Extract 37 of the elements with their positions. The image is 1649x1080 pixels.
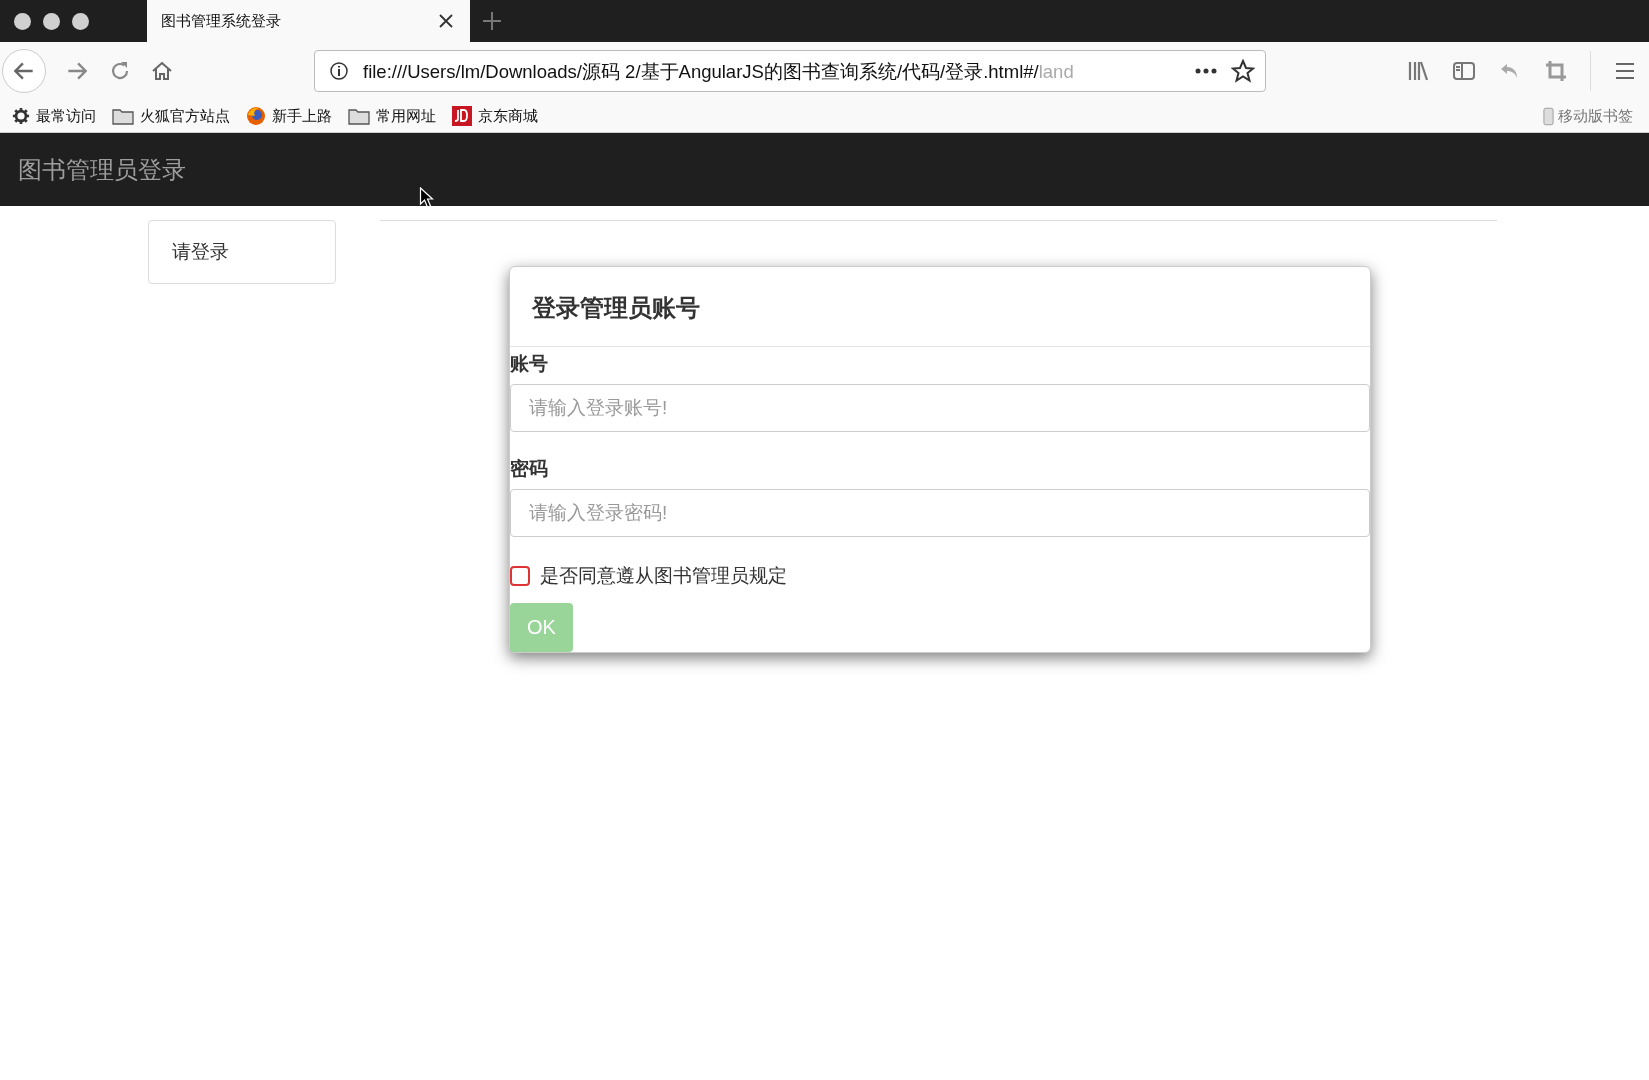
mouse-cursor-icon <box>419 187 434 209</box>
field-label: 账号 <box>510 352 549 376</box>
bookmark-item[interactable]: 京东商城 <box>452 106 538 126</box>
gear-icon <box>12 107 30 125</box>
home-icon[interactable] <box>150 59 174 83</box>
new-tab-icon[interactable] <box>482 11 502 31</box>
folder-icon <box>112 107 134 125</box>
window-control-icon[interactable] <box>14 12 31 30</box>
globe-icon <box>246 106 266 126</box>
checkbox[interactable] <box>510 566 530 586</box>
logo-icon <box>452 106 472 126</box>
input-field[interactable]: 请输入登录账号! <box>510 384 1370 432</box>
star-icon[interactable] <box>1231 59 1255 83</box>
input-field[interactable]: 请输入登录密码! <box>510 489 1370 537</box>
window-control-icon[interactable] <box>43 12 60 30</box>
bookmark-item[interactable]: 新手上路 <box>246 106 332 126</box>
phone-icon <box>1543 106 1554 126</box>
close-icon[interactable] <box>438 13 454 29</box>
bookmark-item[interactable]: 最常访问 <box>12 106 96 126</box>
sidebar-icon[interactable] <box>1452 59 1476 83</box>
back-button[interactable] <box>2 49 46 93</box>
folder-icon <box>348 107 370 125</box>
checkbox-label[interactable]: 是否同意遵从图书管理员规定 <box>540 563 787 589</box>
browser-tab[interactable]: 图书管理系统登录 <box>147 0 470 42</box>
sidebar-item[interactable]: 请登录 <box>148 220 336 284</box>
mobile-bookmarks-link[interactable]: 移动版书签 <box>1543 106 1633 126</box>
bookmark-item[interactable]: 常用网址 <box>348 106 436 126</box>
crop-icon[interactable] <box>1544 59 1568 83</box>
more-icon[interactable] <box>1195 68 1217 74</box>
bookmark-item[interactable]: 火狐官方站点 <box>112 106 230 126</box>
navbar-brand[interactable]: 图书管理员登录 <box>18 153 186 186</box>
library-icon[interactable] <box>1406 59 1430 83</box>
info-icon[interactable] <box>329 61 349 81</box>
window-control-icon[interactable] <box>72 12 89 30</box>
dialog-title: 登录管理员账号 <box>532 294 700 321</box>
field-label: 密码 <box>510 457 549 481</box>
address-bar[interactable]: file:///Users/lm/Downloads/源码 2/基于AngularJS的图书查询系统/代码/登录.html#/land <box>314 50 1266 92</box>
